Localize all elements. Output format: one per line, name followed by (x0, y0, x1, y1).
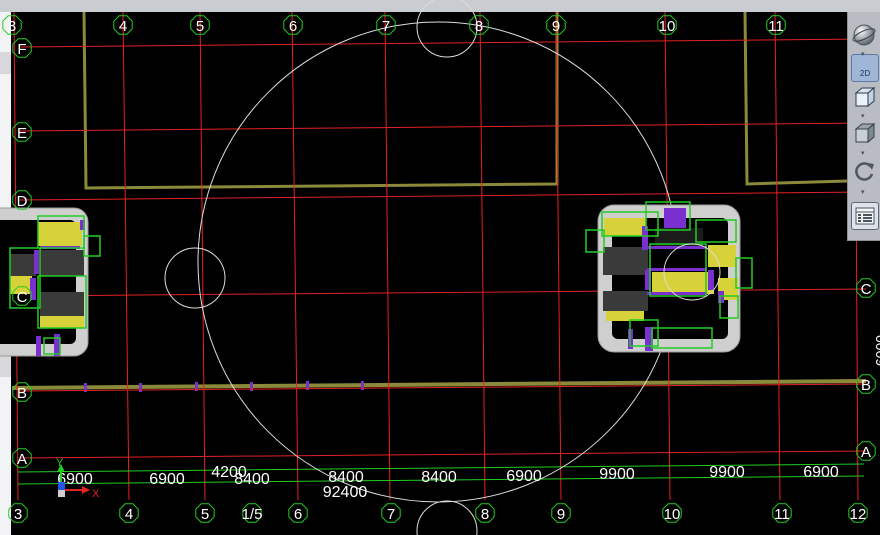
axis-label: A (17, 451, 27, 468)
orbit-sphere-icon[interactable] (851, 22, 877, 48)
dimension-label: 92400 (323, 484, 368, 501)
axis-label: 11 (768, 18, 784, 35)
axis-label: 7 (382, 18, 390, 35)
column-bubble-bottom: 12 (848, 503, 868, 523)
layer-panel-icon[interactable] (851, 202, 879, 230)
dimension-label: 9900 (709, 464, 745, 481)
axis-label: 3 (14, 506, 22, 523)
axis-label: 8 (475, 18, 483, 35)
cad-viewport[interactable]: 3 4 5 6 7 8 9 10 11 3 4 5 1/5 6 7 8 9 10 11 12 F E D C B A C B A 690… (0, 0, 880, 535)
column-bubble-top: 9 (546, 15, 566, 35)
axis-label: C (861, 281, 872, 298)
column-bubble-bottom: 6 (288, 503, 308, 523)
axis-label: F (17, 41, 26, 58)
column-bubble-top: 6 (283, 15, 303, 35)
drawing-canvas[interactable]: 3 4 5 6 7 8 9 10 11 3 4 5 1/5 6 7 8 9 10 11 12 F E D C B A C B A 690… (0, 0, 880, 535)
column-bubble-top: 4 (113, 15, 133, 35)
axis-label: B (17, 385, 27, 402)
axis-label: A (861, 444, 871, 461)
column-bubble-bottom: 5 (195, 503, 215, 523)
axis-label: 9 (557, 506, 565, 523)
column-bubble-bottom: 10 (662, 503, 682, 523)
axis-label: 11 (774, 506, 790, 523)
axis-label: 9 (552, 18, 560, 35)
dimension-label: 6900 (803, 464, 839, 481)
column-bubble-bottom: 9 (551, 503, 571, 523)
axis-label: 6 (289, 18, 297, 35)
core-wall-right (585, 201, 753, 353)
axis-bubbles: 3 4 5 6 7 8 9 10 11 3 4 5 1/5 6 7 8 9 10 11 12 F E D C B A C B A (2, 15, 876, 523)
dimension-label: 8400 (234, 471, 270, 488)
column-bubble-top: 10 (657, 15, 677, 35)
axis-label: D (17, 193, 28, 210)
rotate-icon[interactable] (851, 158, 877, 184)
dimension-label: 9900 (599, 466, 635, 483)
dropdown-arrow-icon[interactable]: ▾ (861, 112, 865, 120)
axis-label: 8 (481, 506, 489, 523)
axis-label: C (17, 289, 28, 306)
axis-label: 4 (119, 18, 127, 35)
solid-box-icon[interactable] (851, 120, 877, 146)
dimension-label: 8400 (421, 469, 457, 486)
column-bubble-top: 8 (469, 15, 489, 35)
column-bubble-top: 7 (376, 15, 396, 35)
column-bubble-top: 11 (766, 15, 786, 35)
ucs-x-label: X (92, 488, 100, 500)
dimension-text: 6900 6900 42008400 8400 8400 6900 9900 9900 6900… (57, 335, 880, 501)
column-bubble-bottom: 11 (772, 503, 792, 523)
column-bubble-top: 3 (2, 15, 22, 35)
perspective-box-icon[interactable] (851, 84, 877, 110)
column-bubble-bottom: 3 (8, 503, 28, 523)
dimension-label: 6900 (149, 471, 185, 488)
column-bubble-bottom: 1/5 (242, 503, 263, 523)
row-bubble-left: F (12, 38, 32, 58)
core-wall-left (0, 207, 101, 357)
axis-label: 7 (387, 506, 395, 523)
row-bubble-right: C (856, 278, 876, 298)
view-2d-label: 2D (860, 69, 870, 78)
side-dimension-label: 0009 (873, 335, 880, 366)
axis-label: E (17, 125, 27, 142)
column-bubble-top: 5 (190, 15, 210, 35)
axis-label: 3 (8, 18, 16, 35)
dropdown-arrow-icon[interactable]: ▾ (861, 188, 865, 196)
axis-label: 10 (659, 18, 676, 35)
row-bubble-left: E (12, 122, 32, 142)
axis-label: 5 (196, 18, 204, 35)
2d-view-icon[interactable]: 2D (851, 54, 879, 82)
column-bubble-bottom: 4 (119, 503, 139, 523)
axis-label: 12 (850, 506, 867, 523)
column-bubble-bottom: 7 (381, 503, 401, 523)
dropdown-arrow-icon[interactable]: ▾ (861, 50, 865, 58)
view-toolbar: 2D ▾ ▾ ▾ ▾ (847, 12, 880, 241)
axis-label: 10 (664, 506, 681, 523)
axis-label: 5 (201, 506, 209, 523)
dropdown-arrow-icon[interactable]: ▾ (861, 149, 865, 157)
row-bubble-left: B (12, 382, 32, 402)
axis-label: 1/5 (242, 506, 263, 523)
axis-label: 6 (294, 506, 302, 523)
ucs-y-label: Y (56, 457, 64, 469)
column-bubble-bottom: 8 (475, 503, 495, 523)
dimension-label: 6900 (506, 468, 542, 485)
axis-label: 4 (125, 506, 133, 523)
axis-label: B (861, 377, 871, 394)
